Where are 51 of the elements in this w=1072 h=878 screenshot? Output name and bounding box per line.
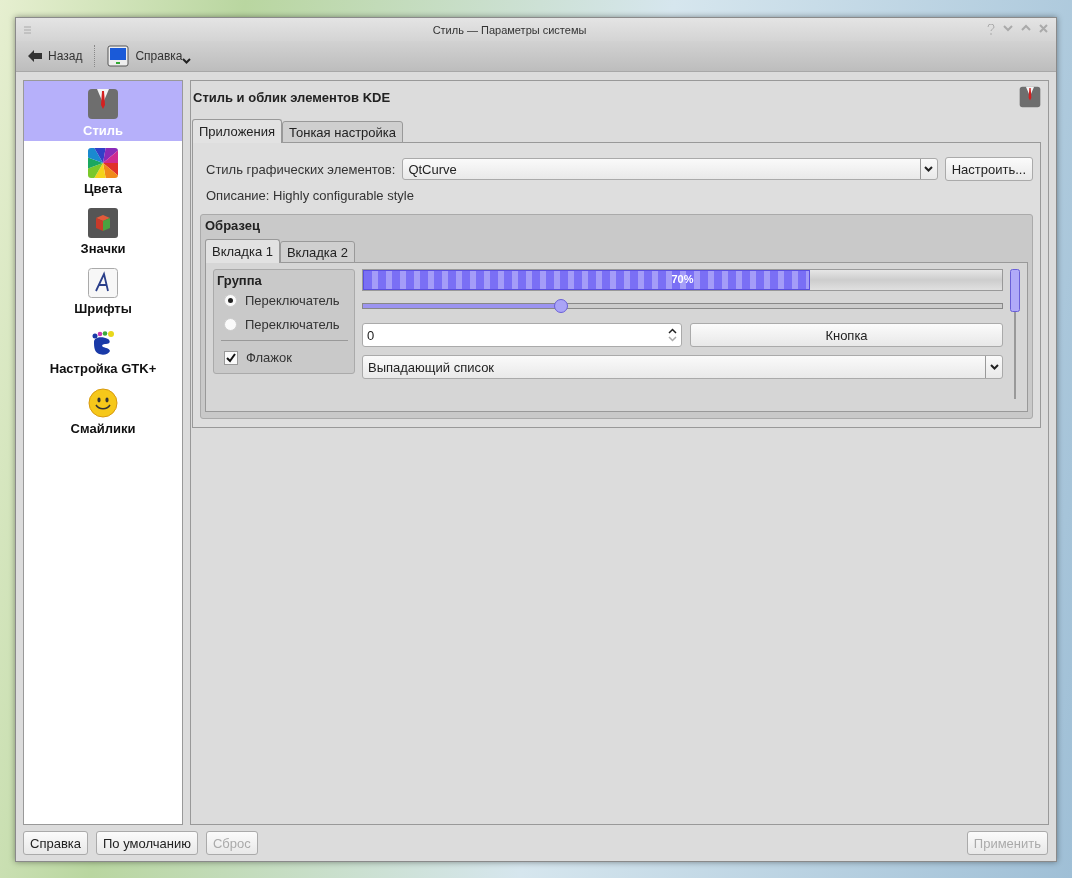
slider-thumb[interactable] [553,299,568,313]
description-text: Описание: Highly configurable style [205,187,415,205]
checkbox-label: Флажок [246,350,292,365]
sidebar-item[interactable]: Шрифты [24,261,182,321]
sample-button[interactable]: Кнопка [690,323,1003,347]
chevron-down-icon [924,166,934,172]
back-button[interactable]: Назад [24,47,87,65]
style-combo[interactable]: QtCurve [402,158,938,180]
checkbox[interactable] [224,350,238,365]
sidebar-item[interactable]: Смайлики [24,381,182,441]
smiley-icon [88,388,118,418]
page-heading: Стиль и облик элементов KDE [193,89,391,105]
dropdown[interactable]: Выпадающий список [362,355,1003,379]
group-title: Группа [217,273,263,288]
minimize-icon[interactable] [1003,24,1013,32]
help-button[interactable]: Справка [103,43,196,69]
help-icon[interactable] [987,24,995,35]
sidebar-item[interactable]: Настройка GTK+ [24,321,182,381]
tab[interactable]: Тонкая настройка [282,121,404,143]
color-wheel-icon [88,148,118,178]
suit-icon [1019,86,1041,108]
sidebar-item[interactable]: Цвета [24,141,182,201]
slider[interactable] [362,299,1003,313]
spin-arrows-icon [668,327,677,343]
scrollbar[interactable] [1010,269,1020,399]
arrow-left-icon [28,50,42,62]
chevron-down-icon [989,364,999,370]
progress-label: 70% [670,273,695,285]
footer-button[interactable]: По умолчанию [96,831,198,855]
font-icon [88,268,118,298]
field-label: Стиль графических элементов: [206,161,396,177]
tab[interactable]: Вкладка 1 [205,239,280,263]
radio-button[interactable] [224,318,237,331]
group-title: Образец [205,218,261,233]
maximize-icon[interactable] [1021,24,1031,32]
radio-button[interactable] [224,294,237,307]
tab[interactable]: Вкладка 2 [279,241,355,263]
footer-button[interactable]: Справка [23,831,88,855]
radio-label: Переключатель [245,293,340,308]
cube-icon [88,208,118,238]
chevron-down-icon [182,58,192,64]
configure-button[interactable]: Настроить... [944,157,1033,181]
window-title: Стиль — Параметры системы [431,23,588,36]
radio-label: Переключатель [245,317,340,332]
monitor-icon [107,45,130,67]
sidebar-item[interactable]: Значки [24,201,182,261]
spin-box[interactable]: 0 [362,323,682,347]
suit-icon [87,88,119,120]
menu-icon[interactable] [24,25,32,34]
tab[interactable]: Приложения [192,119,283,143]
close-icon[interactable] [1039,24,1048,33]
